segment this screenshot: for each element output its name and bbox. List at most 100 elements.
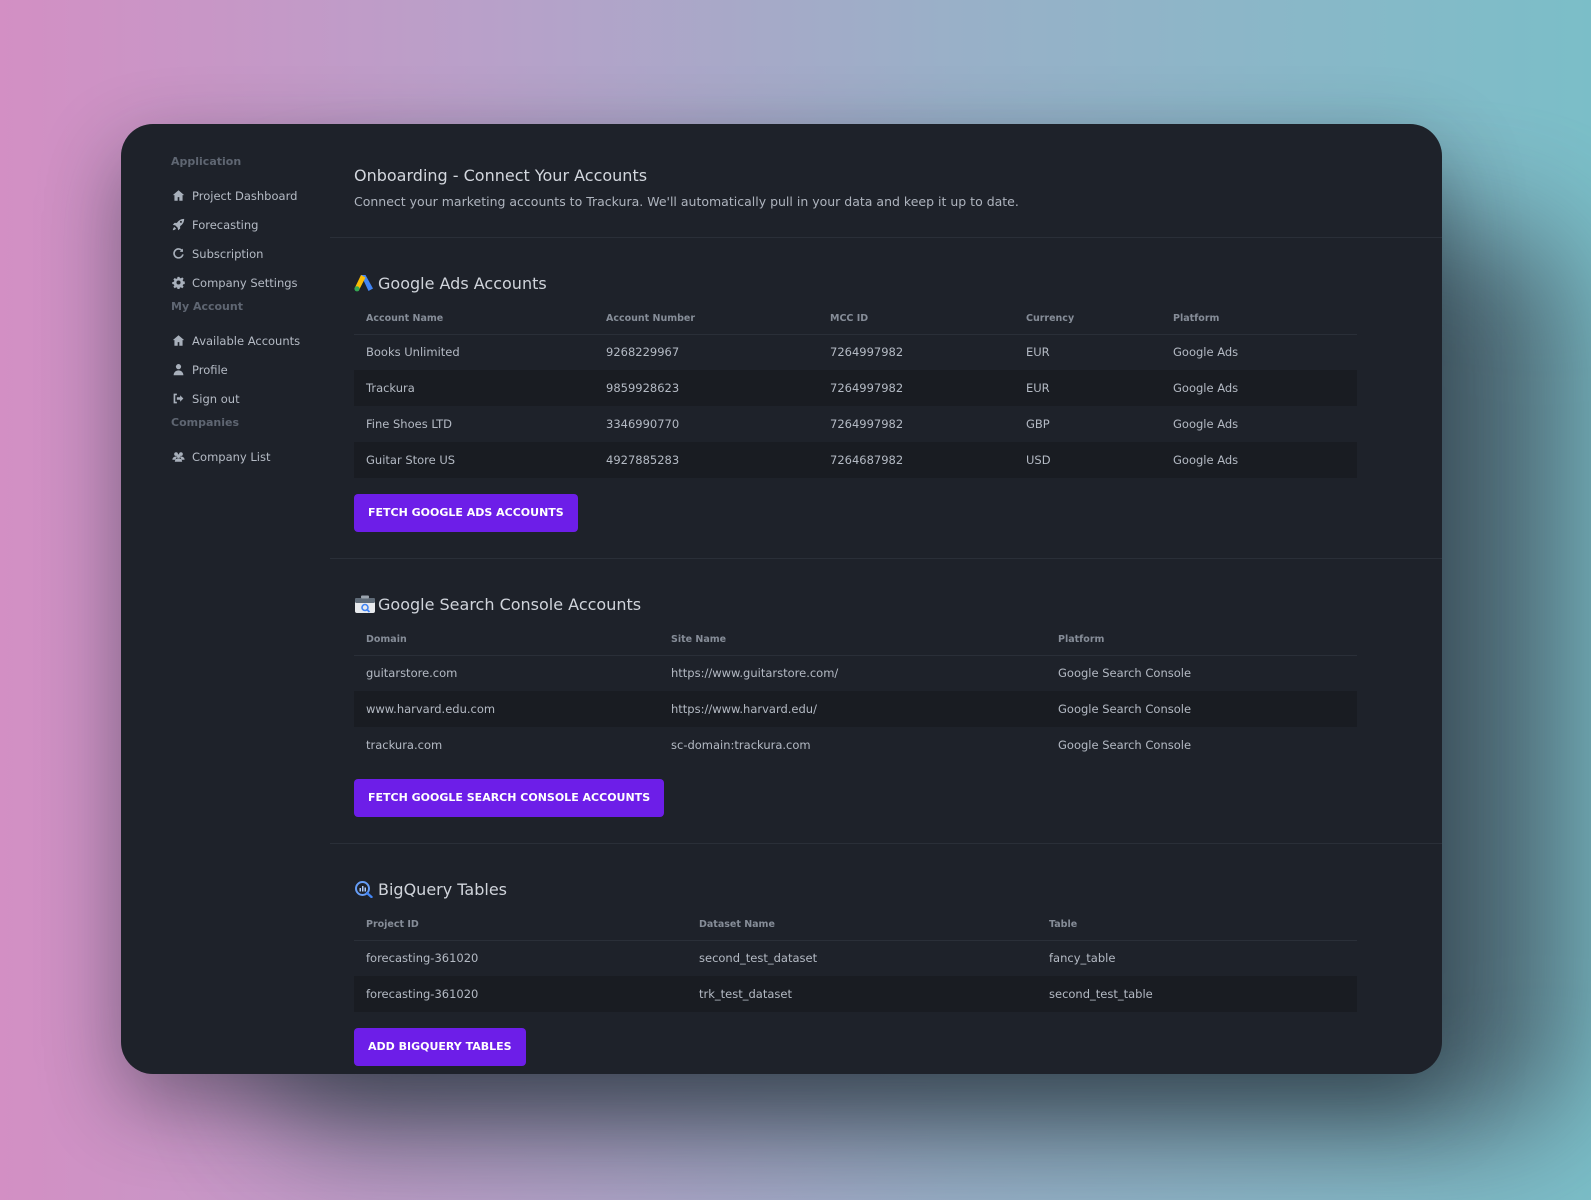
table-header-row: Account Name Account Number MCC ID Curre… <box>354 304 1357 335</box>
table-cell: Google Ads <box>1161 370 1357 406</box>
sidebar-item-label: Project Dashboard <box>192 188 298 203</box>
table-cell: GBP <box>1026 417 1050 431</box>
column-header: Site Name <box>659 625 1046 656</box>
search-console-table: Domain Site Name Platform guitarstore.co… <box>354 625 1357 763</box>
sidebar-item-company-settings[interactable]: Company Settings <box>171 268 331 297</box>
page-title: Onboarding - Connect Your Accounts <box>354 166 648 185</box>
table-cell: Trackura <box>354 370 594 406</box>
table-cell: www.harvard.edu.com <box>354 691 659 727</box>
table-cell: guitarstore.com <box>366 666 458 681</box>
sidebar-item-label: Subscription <box>192 246 264 261</box>
sidebar-heading-my-account: My Account <box>171 300 243 313</box>
home-icon <box>171 334 185 348</box>
search-console-icon <box>354 594 376 614</box>
table-row[interactable]: Fine Shoes LTD 3346990770 7264997982 GBP… <box>354 406 1357 442</box>
sidebar: Application Project Dashboard Forecastin… <box>171 152 331 471</box>
column-header: Currency <box>1014 304 1161 335</box>
table-cell: 7264997982 <box>818 370 1014 406</box>
sidebar-item-label: Forecasting <box>192 217 259 232</box>
section-title-text: Google Search Console Accounts <box>378 594 642 614</box>
table-cell: Fine Shoes LTD <box>366 417 453 431</box>
google-ads-section: Google Ads Accounts Account Name Account… <box>330 238 1442 559</box>
column-header: Table <box>1037 910 1357 941</box>
main-content: Onboarding - Connect Your Accounts Conne… <box>330 124 1442 1074</box>
sidebar-item-label: Available Accounts <box>192 333 301 348</box>
search-console-title: Google Search Console Accounts <box>354 593 1442 615</box>
table-cell: forecasting-361020 <box>366 951 479 966</box>
table-cell: fancy_table <box>1049 951 1116 966</box>
table-header-row: Domain Site Name Platform <box>354 625 1357 656</box>
table-cell: Google Search Console <box>1058 738 1192 752</box>
table-row[interactable]: trackura.com sc-domain:trackura.com Goog… <box>354 727 1357 763</box>
table-row[interactable]: forecasting-361020 second_test_dataset f… <box>354 940 1357 976</box>
table-header-row: Project ID Dataset Name Table <box>354 910 1357 941</box>
table-cell: sc-domain:trackura.com <box>671 738 811 752</box>
table-cell: 7264687982 <box>818 442 1014 478</box>
table-cell: forecasting-361020 <box>354 976 687 1012</box>
column-header: MCC ID <box>818 304 1014 335</box>
table-cell: 9268229967 <box>606 345 680 360</box>
table-row[interactable]: Trackura 9859928623 7264997982 EUR Googl… <box>354 370 1357 406</box>
table-row[interactable]: guitarstore.com https://www.guitarstore.… <box>354 655 1357 691</box>
table-cell: second_test_dataset <box>699 951 818 966</box>
column-header: Platform <box>1046 625 1357 656</box>
table-cell: Google Ads <box>1161 442 1357 478</box>
column-header: Account Name <box>354 304 594 335</box>
column-header: Platform <box>1161 304 1357 335</box>
table-cell: 7264997982 <box>830 417 904 431</box>
table-row[interactable]: Books Unlimited 9268229967 7264997982 EU… <box>354 334 1357 370</box>
page-header: Onboarding - Connect Your Accounts Conne… <box>330 124 1442 238</box>
column-header: Account Number <box>594 304 818 335</box>
page-subtitle: Connect your marketing accounts to Track… <box>354 194 1019 209</box>
table-cell: USD <box>1014 442 1161 478</box>
section-title-text: Google Ads Accounts <box>378 273 547 293</box>
rocket-icon <box>171 218 185 232</box>
app-window: Application Project Dashboard Forecastin… <box>121 124 1442 1074</box>
table-cell: https://www.harvard.edu/ <box>659 691 1046 727</box>
sidebar-item-project-dashboard[interactable]: Project Dashboard <box>171 181 331 210</box>
sidebar-item-available-accounts[interactable]: Available Accounts <box>171 326 331 355</box>
add-bigquery-tables-button[interactable]: ADD BIGQUERY TABLES <box>354 1028 526 1066</box>
sidebar-item-label: Sign out <box>192 391 240 406</box>
users-icon <box>171 450 185 464</box>
table-row[interactable]: Guitar Store US 4927885283 7264687982 US… <box>354 442 1357 478</box>
table-cell: 3346990770 <box>606 417 680 431</box>
table-cell: Guitar Store US <box>354 442 594 478</box>
bigquery-section: BigQuery Tables Project ID Dataset Name … <box>330 844 1442 1074</box>
table-cell: trackura.com <box>366 738 443 752</box>
column-header: Domain <box>354 625 659 656</box>
fetch-search-console-button[interactable]: FETCH GOOGLE SEARCH CONSOLE ACCOUNTS <box>354 779 665 817</box>
table-cell: 7264997982 <box>830 345 904 360</box>
gear-icon <box>171 276 185 290</box>
sidebar-item-sign-out[interactable]: Sign out <box>171 384 331 413</box>
table-cell: 4927885283 <box>594 442 818 478</box>
section-title-text: BigQuery Tables <box>378 879 507 899</box>
sidebar-heading-application: Application <box>171 155 242 168</box>
table-cell: second_test_table <box>1037 976 1357 1012</box>
home-icon <box>171 189 185 203</box>
sidebar-item-label: Profile <box>192 362 228 377</box>
table-cell: trk_test_dataset <box>687 976 1037 1012</box>
table-cell: 9859928623 <box>594 370 818 406</box>
sidebar-item-label: Company List <box>192 449 271 464</box>
column-header: Dataset Name <box>687 910 1037 941</box>
table-cell: Google Ads <box>1173 345 1239 360</box>
table-row[interactable]: www.harvard.edu.com https://www.harvard.… <box>354 691 1357 727</box>
bigquery-icon <box>354 879 376 899</box>
table-cell: https://www.guitarstore.com/ <box>671 666 839 681</box>
sidebar-item-company-list[interactable]: Company List <box>171 442 331 471</box>
search-console-section: Google Search Console Accounts Domain Si… <box>330 559 1442 844</box>
table-cell: EUR <box>1026 345 1050 360</box>
sidebar-item-subscription[interactable]: Subscription <box>171 239 331 268</box>
google-ads-icon <box>354 273 376 293</box>
sidebar-item-label: Company Settings <box>192 275 298 290</box>
sidebar-item-forecasting[interactable]: Forecasting <box>171 210 331 239</box>
sign-out-icon <box>171 392 185 406</box>
sidebar-heading-companies: Companies <box>171 416 239 429</box>
table-cell: Books Unlimited <box>366 345 460 360</box>
fetch-google-ads-button[interactable]: FETCH GOOGLE ADS ACCOUNTS <box>354 494 578 532</box>
sidebar-item-profile[interactable]: Profile <box>171 355 331 384</box>
bigquery-table: Project ID Dataset Name Table forecastin… <box>354 910 1357 1012</box>
google-ads-table: Account Name Account Number MCC ID Curre… <box>354 304 1357 478</box>
table-row[interactable]: forecasting-361020 trk_test_dataset seco… <box>354 976 1357 1012</box>
